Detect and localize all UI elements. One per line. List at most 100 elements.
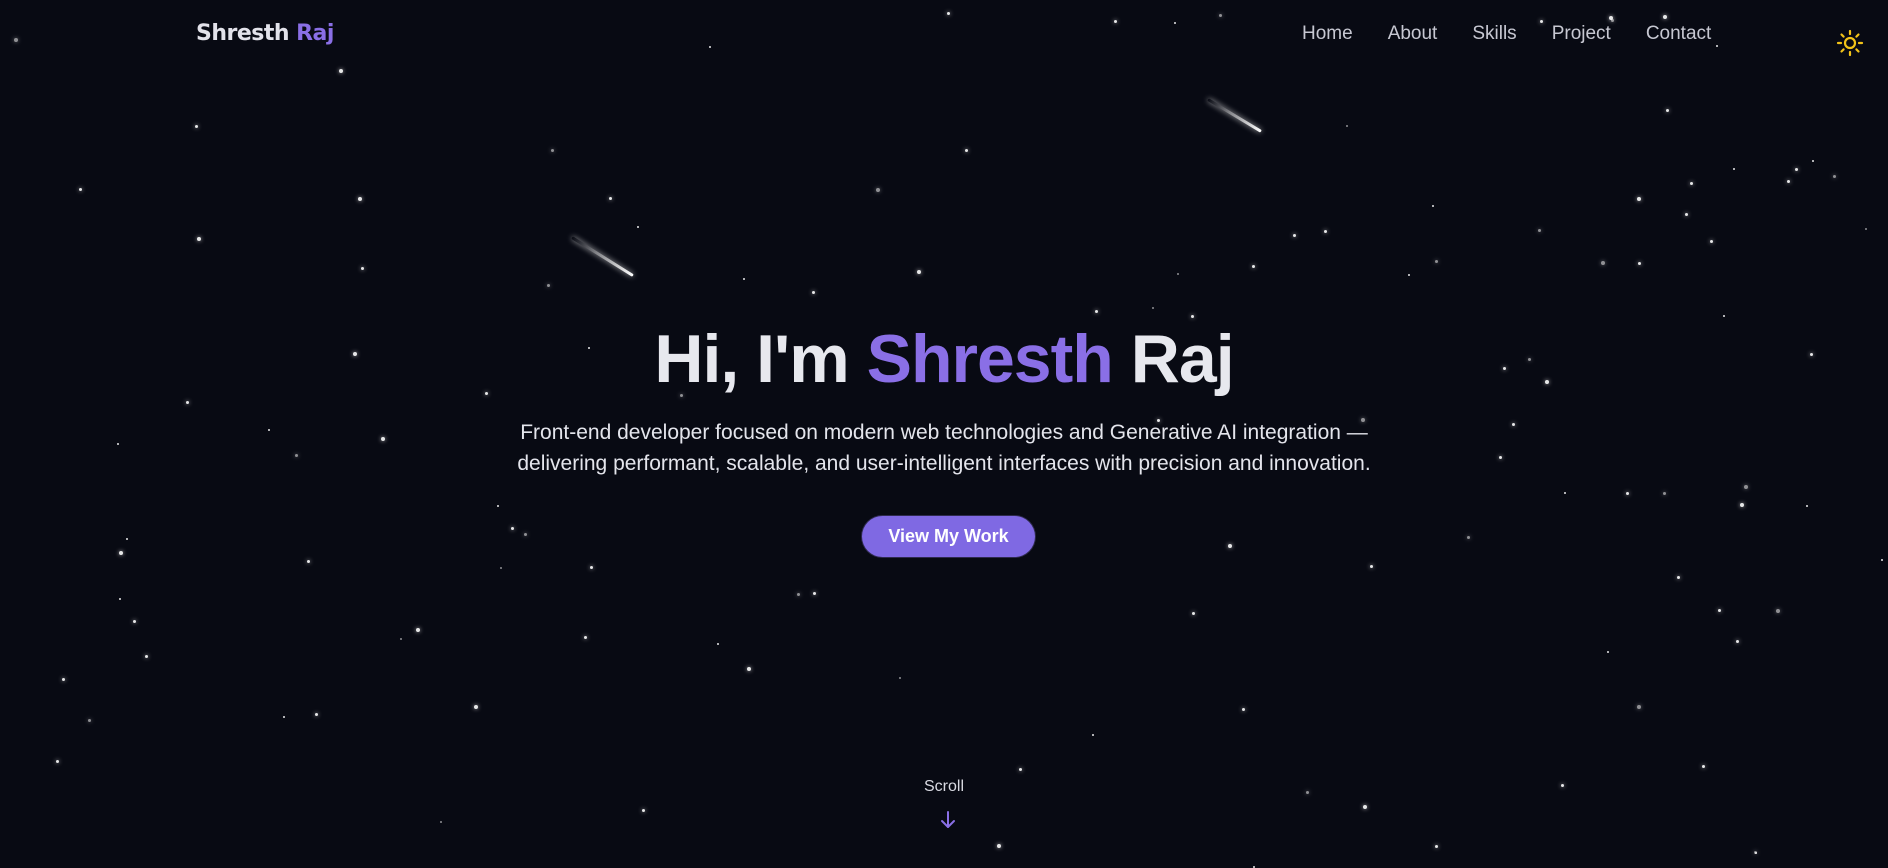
star bbox=[1677, 576, 1680, 579]
star bbox=[1666, 109, 1669, 112]
star bbox=[511, 527, 514, 530]
star bbox=[1601, 261, 1605, 265]
scroll-down-button[interactable] bbox=[936, 808, 960, 832]
star bbox=[743, 278, 745, 280]
star bbox=[524, 533, 527, 536]
star bbox=[1293, 234, 1296, 237]
star bbox=[1435, 845, 1438, 848]
shooting-star bbox=[1207, 98, 1262, 133]
star bbox=[747, 667, 751, 671]
star bbox=[1685, 213, 1688, 216]
star bbox=[584, 636, 587, 639]
star bbox=[497, 505, 499, 507]
star bbox=[1776, 609, 1780, 613]
star bbox=[1637, 197, 1641, 201]
star bbox=[1663, 492, 1666, 495]
star bbox=[1538, 229, 1541, 232]
star bbox=[1663, 15, 1667, 19]
star bbox=[813, 592, 816, 595]
hero-subtitle-line-1: Front-end developer focused on modern we… bbox=[520, 421, 1368, 444]
hero-subtitle-line-2: delivering performant, scalable, and use… bbox=[517, 452, 1371, 475]
star bbox=[1611, 19, 1614, 22]
hero-title: Hi, I'm Shresth Raj bbox=[0, 322, 1888, 396]
logo[interactable]: Shresth Raj bbox=[196, 21, 334, 46]
star bbox=[1881, 559, 1883, 561]
star bbox=[1467, 536, 1470, 539]
star bbox=[400, 638, 402, 640]
star bbox=[876, 188, 880, 192]
star bbox=[965, 149, 968, 152]
star bbox=[1740, 503, 1744, 507]
star bbox=[1564, 492, 1566, 494]
star bbox=[283, 716, 285, 718]
star bbox=[1718, 609, 1721, 612]
shooting-star bbox=[571, 236, 634, 277]
nav-link-contact[interactable]: Contact bbox=[1646, 23, 1711, 45]
star bbox=[358, 197, 362, 201]
star bbox=[717, 643, 719, 645]
star bbox=[1408, 274, 1410, 276]
star bbox=[315, 713, 318, 716]
star bbox=[1019, 768, 1022, 771]
star bbox=[551, 149, 554, 152]
star bbox=[1710, 240, 1713, 243]
star bbox=[1346, 125, 1348, 127]
star bbox=[145, 655, 148, 658]
star bbox=[307, 560, 310, 563]
star bbox=[1690, 182, 1693, 185]
star bbox=[1114, 20, 1117, 23]
star bbox=[917, 270, 921, 274]
star bbox=[197, 237, 201, 241]
star bbox=[1833, 175, 1836, 178]
star bbox=[1363, 805, 1367, 809]
star bbox=[1607, 651, 1609, 653]
star bbox=[1191, 315, 1194, 318]
logo-first-name: Shresth bbox=[196, 21, 290, 46]
star bbox=[1324, 230, 1327, 233]
star bbox=[339, 69, 343, 73]
hero-last-name: Raj bbox=[1130, 321, 1235, 397]
star bbox=[500, 567, 502, 569]
star bbox=[637, 226, 639, 228]
star bbox=[1432, 205, 1434, 207]
star bbox=[1637, 705, 1641, 709]
star bbox=[1228, 544, 1232, 548]
star bbox=[1795, 168, 1798, 171]
star bbox=[1095, 310, 1098, 313]
hero-first-name: Shresth bbox=[866, 321, 1114, 397]
star bbox=[195, 125, 198, 128]
star bbox=[1626, 492, 1629, 495]
hero-greeting: Hi, I'm bbox=[654, 321, 849, 397]
star bbox=[1806, 505, 1808, 507]
star bbox=[709, 46, 711, 48]
nav-link-skills[interactable]: Skills bbox=[1472, 23, 1516, 45]
sun-icon bbox=[1836, 29, 1864, 57]
star bbox=[1744, 485, 1748, 489]
star bbox=[361, 267, 364, 270]
star bbox=[79, 188, 82, 191]
star bbox=[547, 284, 550, 287]
star bbox=[133, 620, 136, 623]
star bbox=[1092, 734, 1094, 736]
star bbox=[1865, 228, 1867, 230]
nav-link-home[interactable]: Home bbox=[1302, 23, 1353, 45]
star bbox=[1252, 265, 1255, 268]
star bbox=[1723, 315, 1725, 317]
star bbox=[1754, 851, 1757, 854]
star bbox=[1638, 262, 1641, 265]
main-nav: Home About Skills Project Contact bbox=[1302, 23, 1711, 45]
star bbox=[1192, 612, 1195, 615]
hero-subtitle: Front-end developer focused on modern we… bbox=[0, 417, 1888, 479]
star bbox=[62, 678, 65, 681]
star bbox=[1787, 180, 1790, 183]
star bbox=[440, 821, 442, 823]
nav-link-about[interactable]: About bbox=[1388, 23, 1438, 45]
star bbox=[474, 705, 478, 709]
star bbox=[126, 538, 128, 540]
star bbox=[609, 197, 612, 200]
view-my-work-button[interactable]: View My Work bbox=[862, 516, 1035, 557]
nav-link-project[interactable]: Project bbox=[1552, 23, 1611, 45]
star bbox=[88, 719, 91, 722]
star bbox=[1609, 16, 1613, 20]
theme-toggle-button[interactable] bbox=[1836, 29, 1864, 57]
